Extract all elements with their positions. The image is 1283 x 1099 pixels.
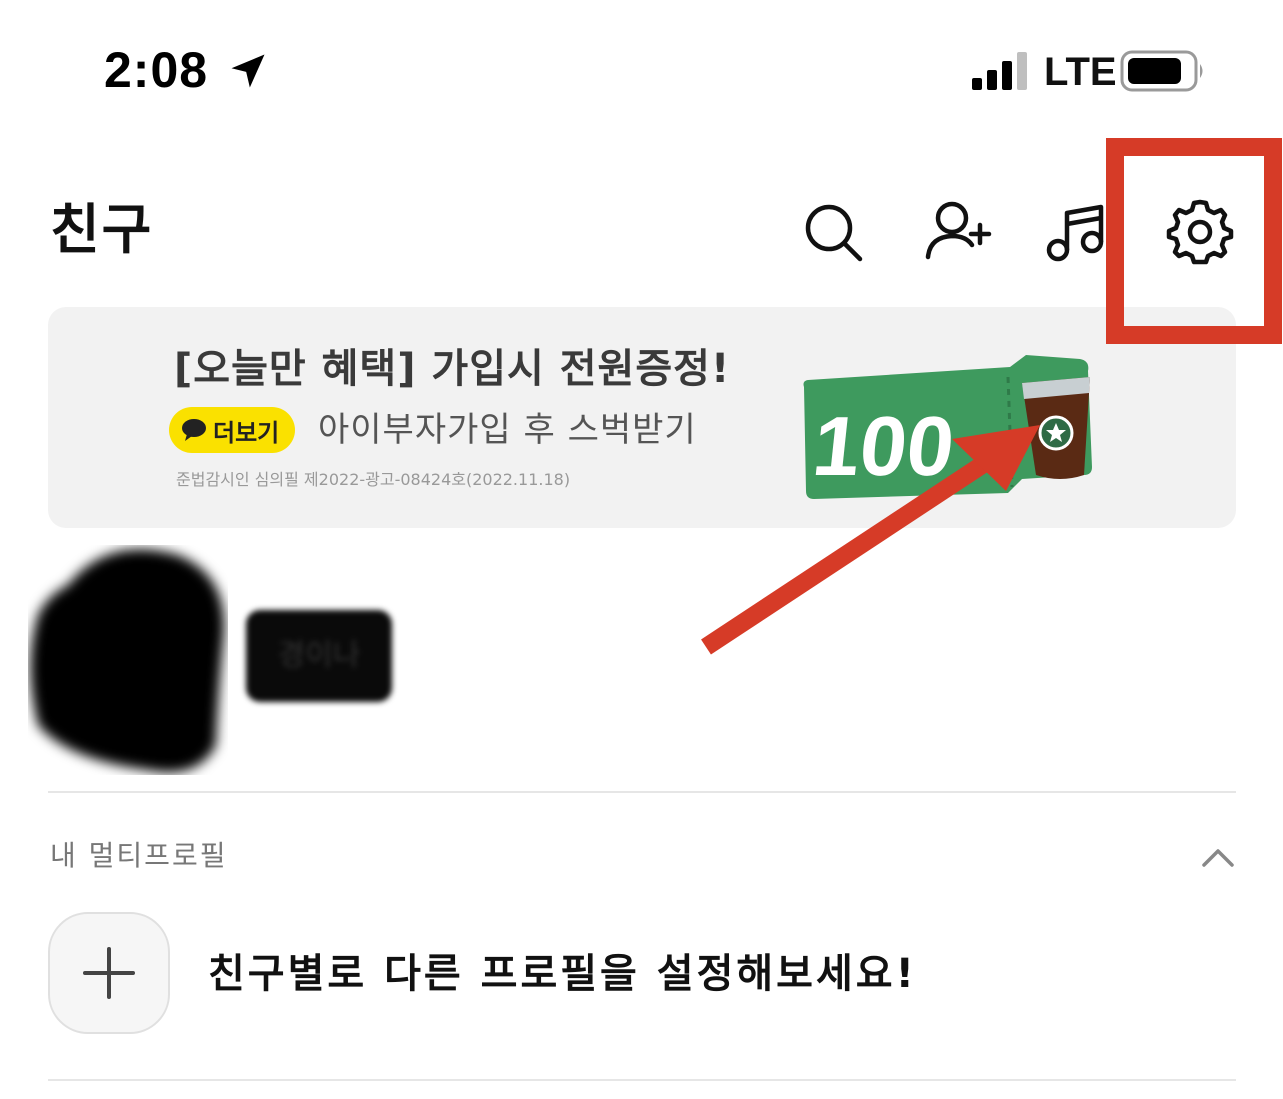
multi-profile-section-label: 내 멀티프로필	[50, 839, 228, 872]
battery-icon	[1120, 50, 1203, 92]
banner-title: [오늘만 혜택] 가입시 전원증정!	[174, 346, 731, 392]
divider	[48, 1079, 1236, 1081]
chevron-up-icon[interactable]	[1198, 838, 1238, 878]
plus-icon	[83, 947, 135, 999]
more-label: 더보기	[213, 418, 280, 447]
search-icon	[805, 204, 863, 262]
annotation-highlight-box	[1106, 138, 1282, 344]
network-type: LTE	[1044, 50, 1117, 94]
chat-bubble-icon	[182, 419, 206, 441]
profile-name[interactable]: 경이나	[246, 610, 392, 702]
add-friend-icon	[925, 201, 992, 260]
profile-avatar[interactable]	[28, 545, 228, 775]
status-time: 2:08	[104, 42, 209, 98]
add-multi-profile-button[interactable]	[48, 912, 170, 1034]
music-icon	[1046, 204, 1104, 262]
divider	[48, 791, 1236, 793]
coffee-coupon-image: 100	[803, 355, 1092, 499]
page-title: 친구	[50, 198, 154, 261]
music-button[interactable]	[1042, 197, 1112, 267]
banner-legal-text: 준법감시인 심의필 제2022-광고-08424호(2022.11.18)	[176, 470, 571, 489]
add-friend-button[interactable]	[922, 197, 992, 267]
search-button[interactable]	[798, 197, 868, 267]
friends-screen: 2:08 LTE 친구 [오늘만 혜택] 가입시 전원증정! 더보기 아이부자가…	[0, 0, 1283, 1099]
promo-banner[interactable]: [오늘만 혜택] 가입시 전원증정! 더보기 아이부자가입 후 스벅받기 준법감…	[48, 307, 1236, 528]
coupon-text: 100	[809, 399, 959, 493]
banner-subtitle: 아이부자가입 후 스벅받기	[318, 410, 697, 450]
add-multi-profile-prompt[interactable]: 친구별로 다른 프로필을 설정해보세요!	[208, 944, 917, 1004]
more-button[interactable]: 더보기	[169, 407, 296, 453]
signal-icon	[972, 52, 1027, 90]
location-arrow-icon	[231, 54, 265, 88]
